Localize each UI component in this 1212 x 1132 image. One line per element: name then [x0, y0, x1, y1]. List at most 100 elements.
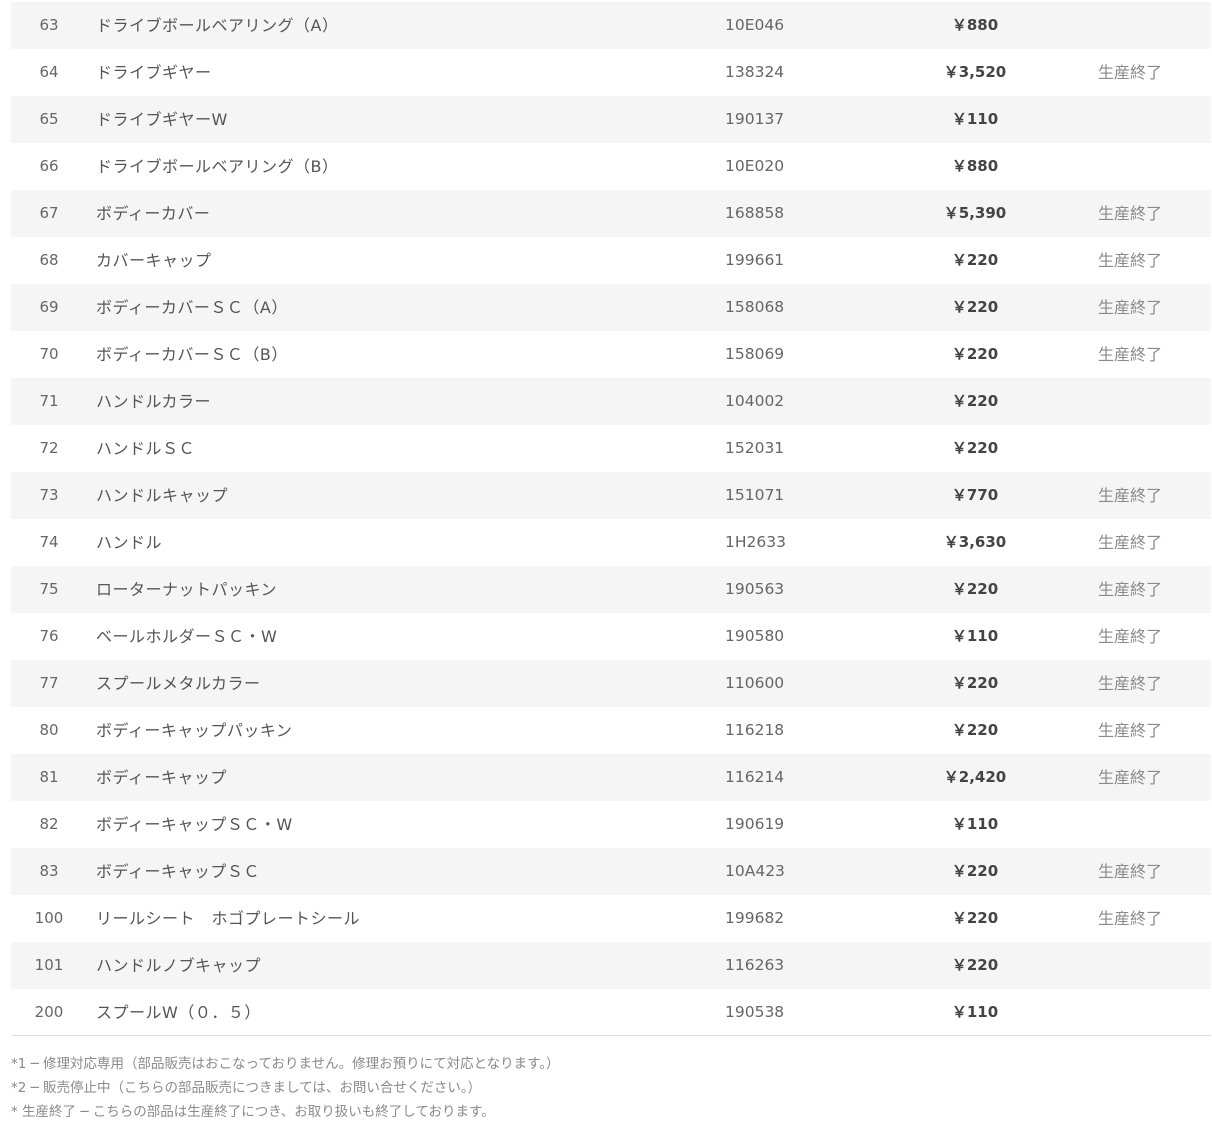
- notes-section: *1 ─ 修理対応専用（部品販売はおこなっておりません。修理お預りにて対応となり…: [11, 1052, 560, 1124]
- table-row: 200 スプールW（０．５） 190538 ￥110: [11, 989, 1211, 1036]
- table-row: 75 ローターナットパッキン 190563 ￥220 生産終了: [11, 566, 1211, 613]
- part-number: 100: [34, 909, 64, 927]
- part-name: ローターナットパッキン: [96, 580, 278, 599]
- part-name: ドライブボールベアリング（A）: [96, 16, 339, 35]
- part-price: ￥220: [951, 251, 999, 269]
- part-price: ￥3,520: [943, 63, 1007, 81]
- table-row: 63 ドライブボールベアリング（A） 10E046 ￥880: [11, 2, 1211, 49]
- part-name: ボディーキャップ: [96, 768, 227, 787]
- part-status: 生産終了: [1098, 721, 1163, 740]
- part-number: 76: [39, 627, 59, 645]
- part-status: 生産終了: [1098, 345, 1163, 364]
- part-name: ベールホルダーＳＣ・W: [96, 627, 278, 646]
- part-price: ￥220: [951, 345, 999, 363]
- part-number: 82: [39, 815, 59, 833]
- part-code: 10A423: [725, 862, 785, 880]
- part-number: 81: [39, 768, 59, 786]
- part-number: 67: [39, 204, 59, 222]
- table-row: 77 スプールメタルカラー 110600 ￥220 生産終了: [11, 660, 1211, 707]
- part-number: 68: [39, 251, 59, 269]
- part-price: ￥110: [951, 627, 999, 645]
- part-price: ￥220: [951, 580, 999, 598]
- part-price: ￥880: [951, 157, 999, 175]
- part-code: 104002: [725, 392, 785, 410]
- part-code: 10E046: [725, 16, 785, 34]
- table-row: 71 ハンドルカラー 104002 ￥220: [11, 378, 1211, 425]
- part-code: 138324: [725, 63, 785, 81]
- part-number: 70: [39, 345, 59, 363]
- part-price: ￥220: [951, 439, 999, 457]
- part-code: 116214: [725, 768, 785, 786]
- table-row: 73 ハンドルキャップ 151071 ￥770 生産終了: [11, 472, 1211, 519]
- part-code: 199682: [725, 909, 785, 927]
- table-row: 101 ハンドルノブキャップ 116263 ￥220: [11, 942, 1211, 989]
- table-row: 83 ボディーキャップＳＣ 10A423 ￥220 生産終了: [11, 848, 1211, 895]
- part-price: ￥220: [951, 862, 999, 880]
- part-code: 190538: [725, 1003, 785, 1021]
- part-code: 190580: [725, 627, 785, 645]
- part-price: ￥770: [951, 486, 999, 504]
- part-price: ￥110: [951, 815, 999, 833]
- part-price: ￥220: [951, 721, 999, 739]
- part-name: ハンドルＳＣ: [96, 439, 196, 458]
- part-name: ボディーキャップＳＣ: [96, 862, 260, 881]
- part-number: 64: [39, 63, 59, 81]
- table-row: 65 ドライブギヤーW 190137 ￥110: [11, 96, 1211, 143]
- part-name: ドライブギヤーW: [96, 110, 228, 129]
- part-status: 生産終了: [1098, 251, 1163, 270]
- part-number: 72: [39, 439, 59, 457]
- table-row: 64 ドライブギヤー 138324 ￥3,520 生産終了: [11, 49, 1211, 96]
- part-code: 151071: [725, 486, 785, 504]
- part-status: 生産終了: [1098, 486, 1163, 505]
- part-code: 168858: [725, 204, 785, 222]
- table-row: 81 ボディーキャップ 116214 ￥2,420 生産終了: [11, 754, 1211, 801]
- part-number: 66: [39, 157, 59, 175]
- part-code: 116263: [725, 956, 785, 974]
- part-name: ドライブボールベアリング（B）: [96, 157, 339, 176]
- part-code: 158068: [725, 298, 785, 316]
- part-name: スプールW（０．５）: [96, 1003, 261, 1022]
- part-code: 116218: [725, 721, 785, 739]
- part-code: 199661: [725, 251, 785, 269]
- footnote: *1 ─ 修理対応専用（部品販売はおこなっておりません。修理お預りにて対応となり…: [11, 1056, 560, 1072]
- part-code: 1H2633: [725, 533, 786, 551]
- part-name: ボディーカバーＳＣ（A）: [96, 298, 288, 317]
- part-name: ボディーカバー: [96, 204, 211, 223]
- part-number: 73: [39, 486, 59, 504]
- table-row: 67 ボディーカバー 168858 ￥5,390 生産終了: [11, 190, 1211, 237]
- part-status: 生産終了: [1098, 862, 1163, 881]
- part-code: 190619: [725, 815, 785, 833]
- table-row: 72 ハンドルＳＣ 152031 ￥220: [11, 425, 1211, 472]
- part-price: ￥220: [951, 956, 999, 974]
- table-row: 100 リールシート ホゴプレートシール 199682 ￥220 生産終了: [11, 895, 1211, 942]
- part-number: 63: [39, 16, 59, 34]
- table-row: 74 ハンドル 1H2633 ￥3,630 生産終了: [11, 519, 1211, 566]
- part-name: ボディーキャップパッキン: [96, 721, 293, 740]
- part-number: 74: [39, 533, 59, 551]
- part-price: ￥3,630: [943, 533, 1007, 551]
- part-code: 110600: [725, 674, 785, 692]
- part-status: 生産終了: [1098, 909, 1163, 928]
- part-price: ￥220: [951, 674, 999, 692]
- parts-table: 63 ドライブボールベアリング（A） 10E046 ￥880 64 ドライブギヤー 1383…: [11, 2, 1211, 1036]
- part-status: 生産終了: [1098, 63, 1163, 82]
- part-number: 71: [39, 392, 59, 410]
- part-number: 200: [34, 1003, 64, 1021]
- part-number: 80: [39, 721, 59, 739]
- table-row: 80 ボディーキャップパッキン 116218 ￥220 生産終了: [11, 707, 1211, 754]
- part-price: ￥2,420: [943, 768, 1007, 786]
- table-row: 70 ボディーカバーＳＣ（B） 158069 ￥220 生産終了: [11, 331, 1211, 378]
- part-name: ボディーカバーＳＣ（B）: [96, 345, 288, 364]
- part-code: 10E020: [725, 157, 785, 175]
- table-row: 68 カバーキャップ 199661 ￥220 生産終了: [11, 237, 1211, 284]
- table-row: 66 ドライブボールベアリング（B） 10E020 ￥880: [11, 143, 1211, 190]
- part-price: ￥880: [951, 16, 999, 34]
- part-name: ハンドルノブキャップ: [96, 956, 262, 975]
- part-code: 190137: [725, 110, 785, 128]
- part-number: 77: [39, 674, 59, 692]
- footnote: *2 ─ 販売停止中（こちらの部品販売につきましては、お問い合せください。）: [11, 1080, 482, 1096]
- part-name: ハンドルキャップ: [96, 486, 229, 505]
- part-code: 158069: [725, 345, 785, 363]
- part-status: 生産終了: [1098, 204, 1163, 223]
- part-number: 83: [39, 862, 59, 880]
